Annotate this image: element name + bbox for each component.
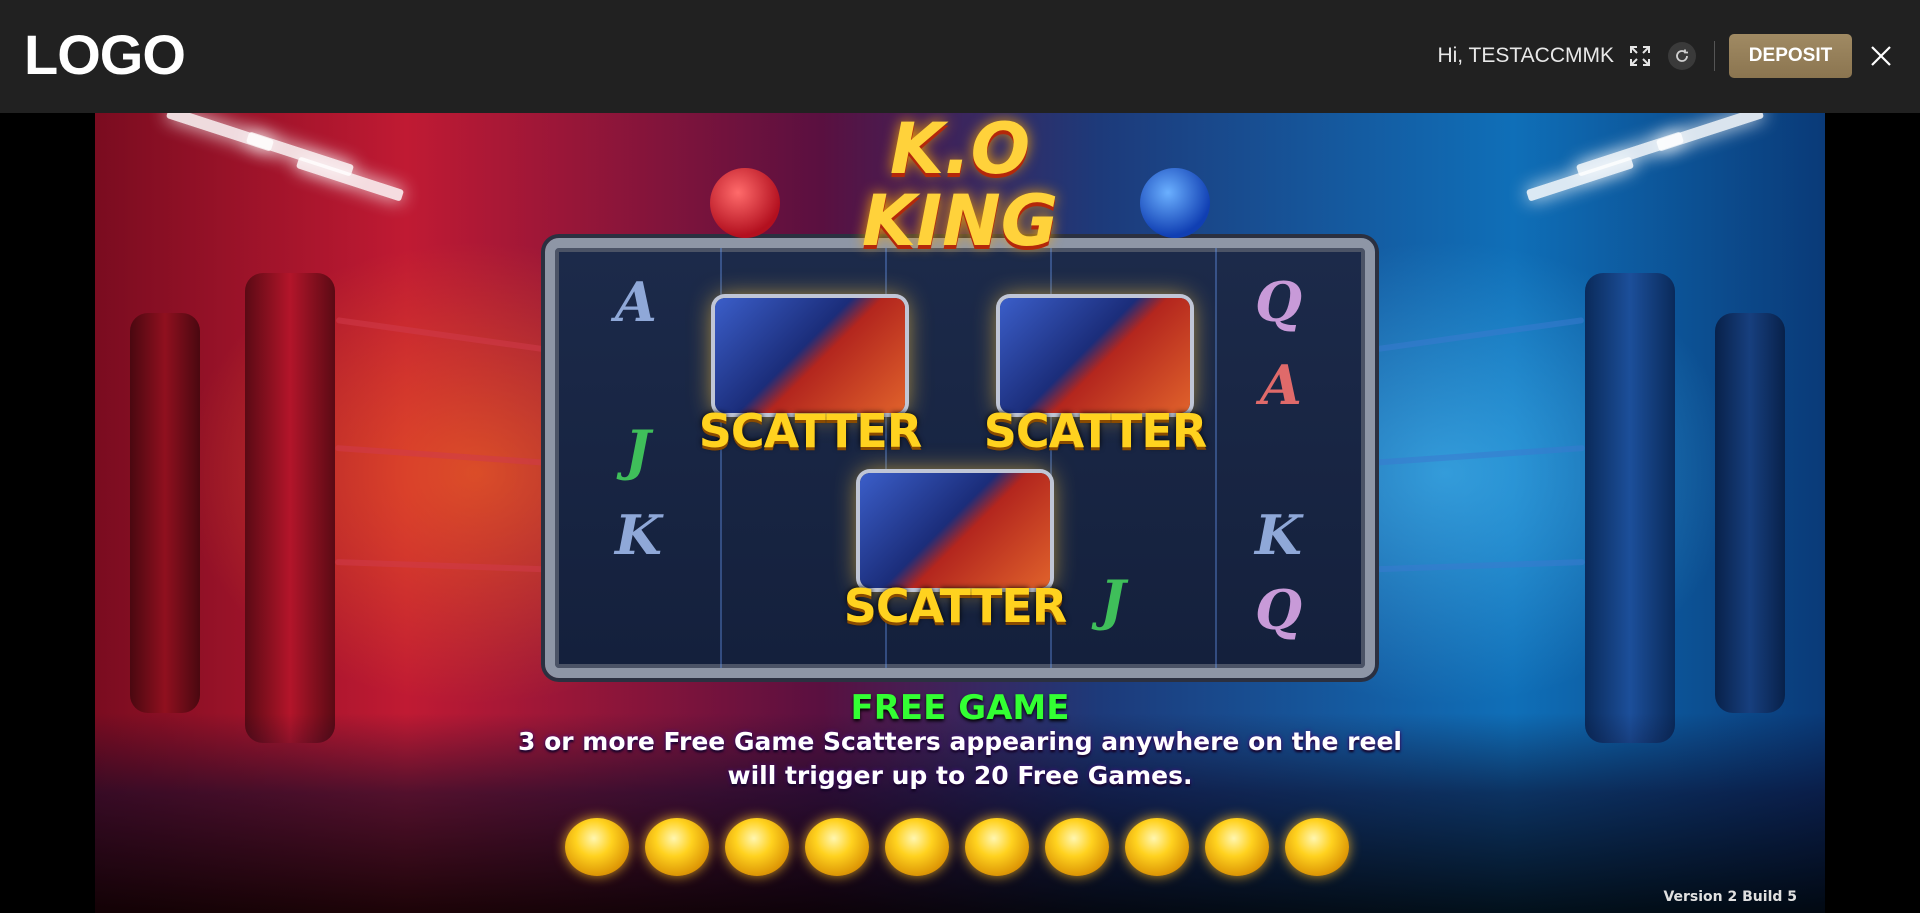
reel-symbol: J: [625, 418, 651, 482]
top-bar: LOGO Hi, TESTACCMMK DEPOSIT: [0, 0, 1920, 113]
gold-coin-icon: [645, 818, 709, 876]
reel-symbol: Q: [1255, 270, 1303, 334]
red-glove-icon: [710, 168, 780, 238]
ring-rope: [335, 444, 565, 468]
reel-symbol: A: [615, 270, 657, 334]
ring-rope: [1355, 444, 1585, 468]
ring-rope: [334, 558, 566, 574]
reel-symbol: K: [1255, 503, 1302, 567]
boxers-icon: [715, 298, 905, 413]
feature-description-line1: 3 or more Free Game Scatters appearing a…: [518, 727, 1402, 756]
game-logo-line2: KING: [861, 180, 1059, 262]
close-icon: [1871, 46, 1891, 66]
ring-rope: [1354, 558, 1586, 574]
boxers-icon: [1000, 298, 1190, 413]
gold-coin-icon: [1045, 818, 1109, 876]
scatter-symbol: SCATTER: [695, 298, 925, 458]
reel-symbol: A: [1260, 353, 1302, 417]
scatter-symbol: SCATTER: [840, 473, 1070, 633]
scatter-label: SCATTER: [843, 579, 1068, 633]
expand-icon: [1630, 46, 1650, 66]
scatter-label: SCATTER: [698, 404, 923, 458]
game-canvas[interactable]: A J K J Q A K Q K.O KING SCATTER SCATTER…: [95, 113, 1825, 913]
gold-coin-icon: [1285, 818, 1349, 876]
user-greeting: Hi, TESTACCMMK: [1437, 44, 1614, 67]
reel-symbol: J: [1100, 568, 1126, 632]
feature-description-line2: will trigger up to 20 Free Games.: [727, 761, 1193, 790]
gold-coin-icon: [885, 818, 949, 876]
ring-rope: [335, 317, 565, 355]
gold-coin-icon: [725, 818, 789, 876]
reel-symbol: Q: [1255, 578, 1303, 642]
deposit-button[interactable]: DEPOSIT: [1729, 34, 1852, 78]
game-logo-line1: K.O: [889, 113, 1031, 190]
ring-post-red: [245, 273, 335, 743]
fullscreen-button[interactable]: [1626, 42, 1654, 70]
gold-coin-icon: [965, 818, 1029, 876]
ring-post-red: [130, 313, 200, 713]
gold-coin-icon: [1125, 818, 1189, 876]
gold-coin-icon: [805, 818, 869, 876]
refresh-icon: [1676, 49, 1688, 62]
scatter-label: SCATTER: [983, 404, 1208, 458]
scatter-symbol: SCATTER: [980, 298, 1210, 458]
refresh-button[interactable]: [1668, 42, 1696, 70]
gold-coin-icon: [565, 818, 629, 876]
game-logo: K.O KING: [785, 113, 1135, 293]
header-tools: Hi, TESTACCMMK DEPOSIT: [1437, 34, 1896, 78]
close-button[interactable]: [1866, 41, 1896, 71]
boxers-icon: [860, 473, 1050, 588]
ring-post-blue: [1585, 273, 1675, 743]
reel-separator: [1215, 248, 1217, 668]
version-label: Version 2 Build 5: [1663, 889, 1797, 905]
feature-title: FREE GAME: [850, 688, 1070, 728]
reel-symbol: K: [615, 503, 662, 567]
ring-post-blue: [1715, 313, 1785, 713]
gold-coin-icon: [1205, 818, 1269, 876]
header-divider: [1714, 41, 1715, 71]
site-logo[interactable]: LOGO: [24, 22, 186, 88]
blue-glove-icon: [1140, 168, 1210, 238]
coin-row: [565, 818, 1365, 878]
ring-rope: [1355, 317, 1585, 355]
